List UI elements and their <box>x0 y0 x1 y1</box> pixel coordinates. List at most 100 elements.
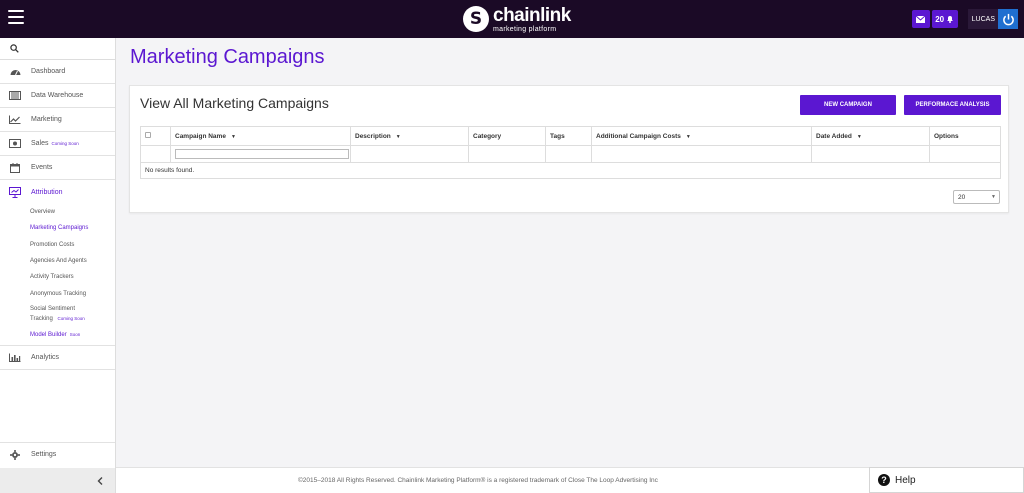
logout-button[interactable] <box>998 9 1018 29</box>
subitem-label: Activity Trackers <box>30 274 74 281</box>
help-button[interactable]: ? Help <box>869 467 1024 493</box>
column-header-tags: Tags <box>545 126 592 146</box>
sidebar-item-label: Attribution <box>31 188 63 196</box>
panel-title: View All Marketing Campaigns <box>140 95 329 111</box>
soon-badge: Soon <box>69 332 81 338</box>
sidebar-item-label: Marketing <box>31 116 62 123</box>
filter-cell <box>591 145 812 163</box>
sidebar-item-label: Settings <box>31 451 57 458</box>
money-icon <box>9 139 21 149</box>
column-label: Campaign Name <box>175 132 226 140</box>
sidebar-subitem-social-sentiment-tracking[interactable]: Social Sentiment Tracking Coming Soon <box>0 302 115 327</box>
filter-row <box>140 145 1001 163</box>
sidebar-item-dashboard[interactable]: Dashboard <box>0 60 115 84</box>
campaign-name-filter-input[interactable] <box>175 149 349 159</box>
performance-analysis-button[interactable]: PERFORMACE ANALYSIS <box>904 95 1001 115</box>
filter-cell <box>811 145 930 163</box>
sidebar-item-label: Sales <box>31 140 49 147</box>
coming-soon-badge: Coming Soon <box>57 315 85 321</box>
sidebar-item-label: Data Warehouse <box>31 92 84 99</box>
column-header-additional-campaign-costs[interactable]: Additional Campaign Costs ▼ <box>591 126 812 146</box>
page-size-select[interactable]: 20 ▼ <box>953 190 1000 204</box>
sidebar-subitem-overview[interactable]: Overview <box>0 204 115 220</box>
column-label: Category <box>473 132 502 140</box>
bar-chart-icon <box>9 353 21 363</box>
sidebar-item-attribution[interactable]: Attribution <box>0 180 115 204</box>
sidebar-subitem-activity-trackers[interactable]: Activity Trackers <box>0 269 115 285</box>
line-chart-icon <box>9 115 21 125</box>
sidebar-item-marketing[interactable]: Marketing <box>0 108 115 132</box>
filter-cell <box>545 145 592 163</box>
dashboard-gauge-icon <box>9 67 21 77</box>
user-menu[interactable]: LUCAS <box>967 9 1018 29</box>
page-title: Marketing Campaigns <box>130 46 325 68</box>
select-all-checkbox[interactable] <box>145 132 151 138</box>
sort-caret-icon: ▼ <box>230 133 236 140</box>
coming-soon-badge: Coming Soon <box>51 141 79 146</box>
filter-cell <box>170 145 351 163</box>
column-label: Date Added <box>816 132 852 140</box>
column-header-campaign-name[interactable]: Campaign Name ▼ <box>170 126 351 146</box>
sidebar-subitem-marketing-campaigns[interactable]: Marketing Campaigns <box>0 220 115 236</box>
help-label: Help <box>895 474 916 486</box>
sort-caret-icon: ▼ <box>395 133 401 140</box>
user-name: LUCAS <box>971 15 995 23</box>
filter-cell <box>140 145 171 163</box>
column-label: Tags <box>550 132 565 140</box>
select-all-header <box>140 126 171 146</box>
sidebar-subitem-model-builder[interactable]: Model Builder Soon <box>0 327 115 343</box>
new-campaign-button[interactable]: NEW CAMPAIGN <box>800 95 896 115</box>
chevron-left-icon <box>97 476 103 485</box>
sidebar-collapse-button[interactable] <box>0 468 115 493</box>
sidebar: Dashboard Data Warehouse Marketing Sales… <box>0 38 116 493</box>
subitem-label: Agencies And Agents <box>30 258 87 265</box>
column-header-options: Options <box>929 126 1001 146</box>
presentation-icon <box>9 186 21 198</box>
column-header-date-added[interactable]: Date Added ▼ <box>811 126 930 146</box>
no-results-message: No results found. <box>140 162 1001 179</box>
copyright-text: ©2015–2018 All Rights Reserved. Chainlin… <box>298 477 658 484</box>
sidebar-item-label: Dashboard <box>31 68 66 75</box>
column-header-category: Category <box>468 126 546 146</box>
page-size-value: 20 <box>958 193 966 201</box>
sidebar-item-sales[interactable]: Sales Coming Soon <box>0 132 115 156</box>
sidebar-item-analytics[interactable]: Analytics <box>0 346 115 371</box>
column-label: Description <box>355 132 391 140</box>
envelope-icon <box>916 15 926 23</box>
logo-name: chainlink <box>493 4 571 26</box>
filter-cell <box>929 145 1001 163</box>
sidebar-search[interactable] <box>0 38 115 60</box>
logo-subtitle: marketing platform <box>493 25 557 33</box>
sidebar-item-settings[interactable]: Settings <box>0 442 115 466</box>
subitem-label: Promotion Costs <box>30 241 75 248</box>
warehouse-icon <box>9 91 21 101</box>
search-icon <box>10 44 19 53</box>
chevron-down-icon: ▼ <box>991 194 996 200</box>
messages-button[interactable] <box>911 10 930 28</box>
filter-cell <box>468 145 546 163</box>
sidebar-item-events[interactable]: Events <box>0 156 115 180</box>
sidebar-item-data-warehouse[interactable]: Data Warehouse <box>0 84 115 108</box>
column-label: Options <box>934 132 959 140</box>
sidebar-subitem-agencies-and-agents[interactable]: Agencies And Agents <box>0 253 115 269</box>
top-navigation-bar: S chainlink marketing platform 20 LUCAS <box>0 0 1024 38</box>
sidebar-subitem-promotion-costs[interactable]: Promotion Costs <box>0 237 115 253</box>
table-header-row: Campaign Name ▼ Description ▼ Category Tag… <box>140 126 1001 146</box>
question-icon: ? <box>878 474 890 486</box>
hamburger-menu-icon[interactable] <box>8 10 24 24</box>
sidebar-item-label: Analytics <box>31 354 60 362</box>
attribution-submenu: Overview Marketing Campaigns Promotion C… <box>0 204 115 347</box>
sidebar-subitem-anonymous-tracking[interactable]: Anonymous Tracking <box>0 285 115 301</box>
chainlink-logo-mark: S <box>463 6 489 32</box>
calendar-icon <box>9 162 21 173</box>
chainlink-logo[interactable]: S chainlink marketing platform <box>463 5 571 33</box>
subitem-label: Marketing Campaigns <box>30 225 89 232</box>
column-label: Additional Campaign Costs <box>596 132 681 140</box>
subitem-label: Anonymous Tracking <box>30 290 87 297</box>
notifications-button[interactable]: 20 <box>931 10 958 28</box>
sort-caret-icon: ▼ <box>856 133 862 140</box>
column-header-description[interactable]: Description ▼ <box>350 126 469 146</box>
campaigns-table: Campaign Name ▼ Description ▼ Category Tag… <box>140 126 1001 179</box>
power-icon <box>1002 13 1014 25</box>
subitem-label: Overview <box>30 209 56 216</box>
